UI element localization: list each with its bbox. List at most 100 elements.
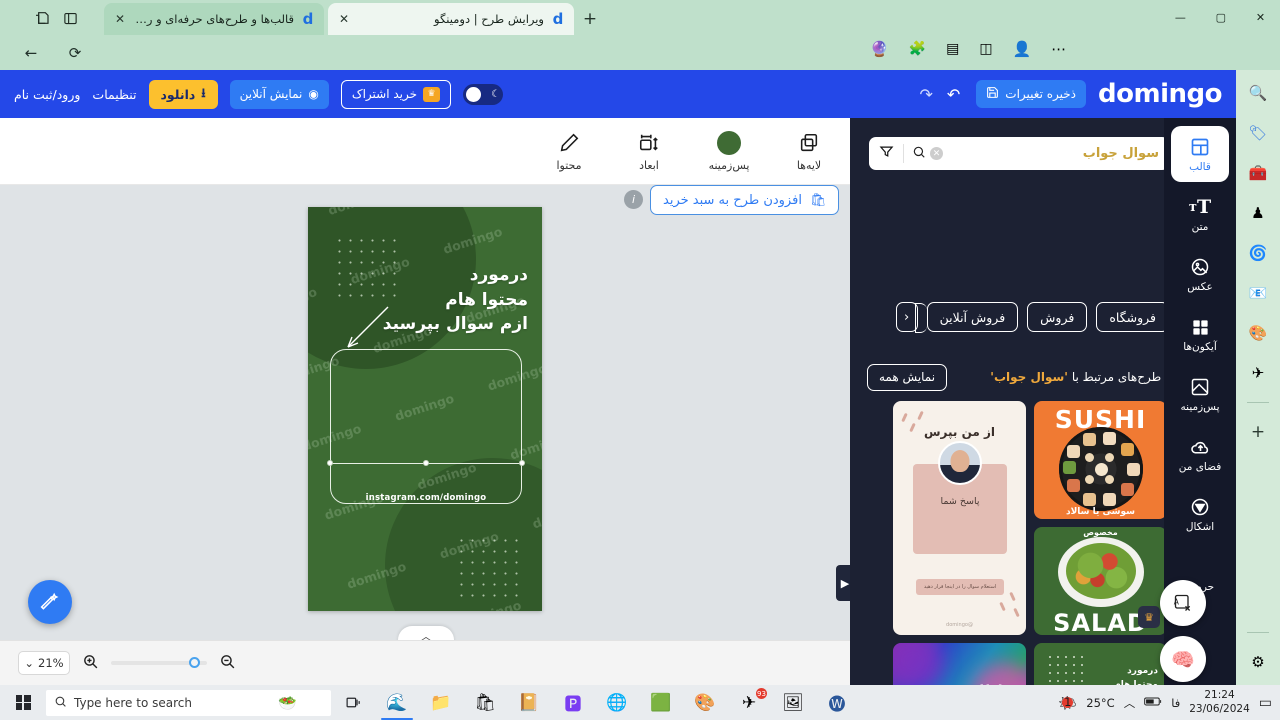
rail-item-shapes[interactable]: اشکال [1171, 486, 1229, 542]
task-view-button[interactable] [331, 685, 375, 720]
zoom-level-select[interactable]: ⌄ 21% [18, 651, 70, 675]
zoom-slider-knob[interactable] [189, 657, 200, 668]
games-icon[interactable]: ♟ [1245, 200, 1271, 226]
zoom-out-icon[interactable] [219, 653, 236, 674]
browser-tab-2[interactable]: d ویرایش طرح | دومینگو ✕ [328, 3, 574, 35]
clear-icon[interactable]: ✕ [930, 147, 943, 160]
settings-icon[interactable]: ⚙ [1245, 649, 1271, 675]
search-icon[interactable] [912, 145, 926, 163]
login-register-link[interactable]: ورود/ثبت نام [14, 87, 80, 102]
resize-handle[interactable] [519, 460, 525, 466]
word-icon[interactable]: 🅦 [815, 685, 859, 720]
settings-link[interactable]: تنظیمات [92, 87, 136, 102]
search-icon[interactable]: 🔍 [1245, 80, 1271, 106]
chip-sales[interactable]: فروش [1027, 302, 1088, 332]
template-search-bar[interactable]: سوال جواب ✕ [869, 137, 1169, 170]
browser-tab-1[interactable]: d قالب‌ها و طرح‌های حرفه‌ای و رایگان ✕ [104, 3, 324, 35]
rail-item-my-space[interactable]: فضای من [1171, 426, 1229, 482]
outlook-icon[interactable]: 📧 [1245, 280, 1271, 306]
language-indicator[interactable]: فا [1171, 696, 1180, 710]
download-button[interactable]: ⭳ دانلود [148, 79, 218, 109]
rail-item-template[interactable]: قالب [1171, 126, 1229, 182]
chips-prev-button[interactable]: ‹ [895, 302, 927, 333]
rail-item-image[interactable]: عکس [1171, 246, 1229, 302]
tool-content[interactable]: محتوا [542, 130, 596, 172]
designer-icon[interactable]: 🎨 [1245, 320, 1271, 346]
rail-item-text[interactable]: Tт متن [1171, 186, 1229, 242]
weather-icon[interactable]: 🌤 1 [1058, 694, 1077, 712]
search-input[interactable]: سوال جواب [943, 146, 1159, 161]
dark-mode-toggle[interactable]: ☾ [463, 83, 504, 105]
battery-icon[interactable] [1144, 696, 1162, 710]
start-button[interactable] [0, 685, 46, 720]
redo-icon[interactable]: ↷ [919, 85, 932, 104]
canvas-area[interactable]: i 🛍 افزودن طرح به سبد خرید domingo doming… [0, 185, 850, 640]
back-icon[interactable]: ← [18, 40, 44, 66]
online-preview-button[interactable]: ◉ نمایش آنلاین [229, 79, 329, 109]
excel-icon[interactable]: 🟩 [639, 685, 683, 720]
show-hidden-icons[interactable]: ︿ [1124, 695, 1136, 711]
chrome-icon[interactable]: 🌐 [595, 685, 639, 720]
browser-essentials-icon[interactable]: ◫ [979, 41, 992, 57]
close-icon[interactable]: ✕ [112, 11, 128, 27]
chip-online-sales[interactable]: فروش آنلاین [926, 302, 1019, 332]
clock[interactable]: 21:24 23/06/2024 [1189, 689, 1250, 715]
photoshop-icon[interactable]: 🅿 [551, 685, 595, 720]
collections-icon[interactable]: ▤ [946, 41, 959, 57]
template-card-salad[interactable]: مخصوص SALAD ♛ [1034, 527, 1167, 635]
maximize-icon[interactable]: ▢ [1216, 11, 1226, 24]
premium-crown-icon[interactable]: ♛ [1138, 606, 1160, 628]
magic-assistant-button[interactable] [28, 580, 72, 624]
taskbar-search[interactable]: Type here to search 🥗 [46, 689, 331, 716]
shopping-tag-icon[interactable]: 🏷 [1245, 120, 1271, 146]
tab-search-icon[interactable] [30, 6, 54, 30]
chip-shop[interactable]: فروشگاه [1096, 302, 1169, 332]
answer-frame[interactable] [330, 349, 522, 504]
paint-icon[interactable]: 🎨 [683, 685, 727, 720]
panel-collapse-button[interactable]: ▶ [836, 565, 850, 601]
photos-icon[interactable]: 🖼 [771, 685, 815, 720]
template-card-announcement[interactable]: اطلاعیه مهم دوستانیکه کلاس های آنلاین رو… [893, 643, 1026, 685]
add-icon[interactable]: + [1245, 419, 1271, 445]
new-tab-button[interactable]: + [578, 7, 602, 31]
telegram-icon[interactable]: ✈ [1245, 360, 1271, 386]
design-canvas[interactable]: domingo domingo domingo domingo domingo domi… [308, 207, 542, 611]
template-card-green[interactable]: درمورد محتوا هام ازم سوال بپرسید [1034, 643, 1167, 685]
more-options-icon[interactable]: ⋯ [1051, 40, 1066, 58]
file-explorer-icon[interactable]: 📁 [419, 685, 463, 720]
profile-icon[interactable]: 👤 [1013, 40, 1032, 58]
notes-icon[interactable]: 📔 [507, 685, 551, 720]
rail-item-background[interactable]: پس‌زمینه [1171, 366, 1229, 422]
resize-handle[interactable] [423, 460, 429, 466]
extensions-icon[interactable]: 🧩 [909, 41, 926, 57]
notification-center-icon[interactable]: ▭ [1259, 695, 1272, 711]
tool-layers[interactable]: لایه‌ها [782, 130, 836, 172]
buy-subscription-button[interactable]: ♛ خرید اشتراک [340, 79, 452, 109]
close-window-icon[interactable]: ✕ [1256, 11, 1265, 24]
resize-handle[interactable] [327, 460, 333, 466]
bottom-panel-handle[interactable]: ︿ [398, 626, 454, 640]
tab-list-icon[interactable] [58, 6, 82, 30]
zoom-in-icon[interactable] [82, 653, 99, 674]
filter-icon[interactable] [879, 144, 904, 163]
info-icon[interactable]: i [624, 190, 643, 209]
reload-icon[interactable]: ⟳ [62, 40, 88, 66]
show-all-button[interactable]: نمایش همه [867, 363, 948, 391]
edge-taskbar-icon[interactable]: 🌊 [375, 685, 419, 720]
office-icon[interactable]: 🌀 [1245, 240, 1271, 266]
ai-assistant-float-button[interactable]: 🧠 [1160, 636, 1206, 682]
tool-background-color[interactable]: پس‌زمینه [702, 130, 756, 172]
zoom-slider[interactable] [111, 657, 207, 668]
copilot-icon[interactable]: 🔮 [870, 40, 889, 58]
telegram-taskbar-icon[interactable]: ✈ 93 [727, 685, 771, 720]
add-to-cart-button[interactable]: 🛍 افزودن طرح به سبد خرید [650, 185, 840, 215]
template-card-ask-me[interactable]: از من بپرس پاسخ شما استعلام سوال را در ا… [893, 401, 1026, 635]
minimize-icon[interactable]: — [1175, 11, 1186, 24]
fonts-float-button[interactable]: A [1160, 580, 1206, 626]
rail-item-icons[interactable]: آیکون‌ها [1171, 306, 1229, 362]
tool-dimensions[interactable]: ابعاد [622, 130, 676, 172]
store-icon[interactable]: 🛍 [463, 685, 507, 720]
tools-icon[interactable]: 🧰 [1245, 160, 1271, 186]
save-changes-button[interactable]: ذخیره تغییرات [976, 80, 1087, 108]
template-card-sushi[interactable]: SUSHI سوشی یا سالاد [1034, 401, 1167, 519]
